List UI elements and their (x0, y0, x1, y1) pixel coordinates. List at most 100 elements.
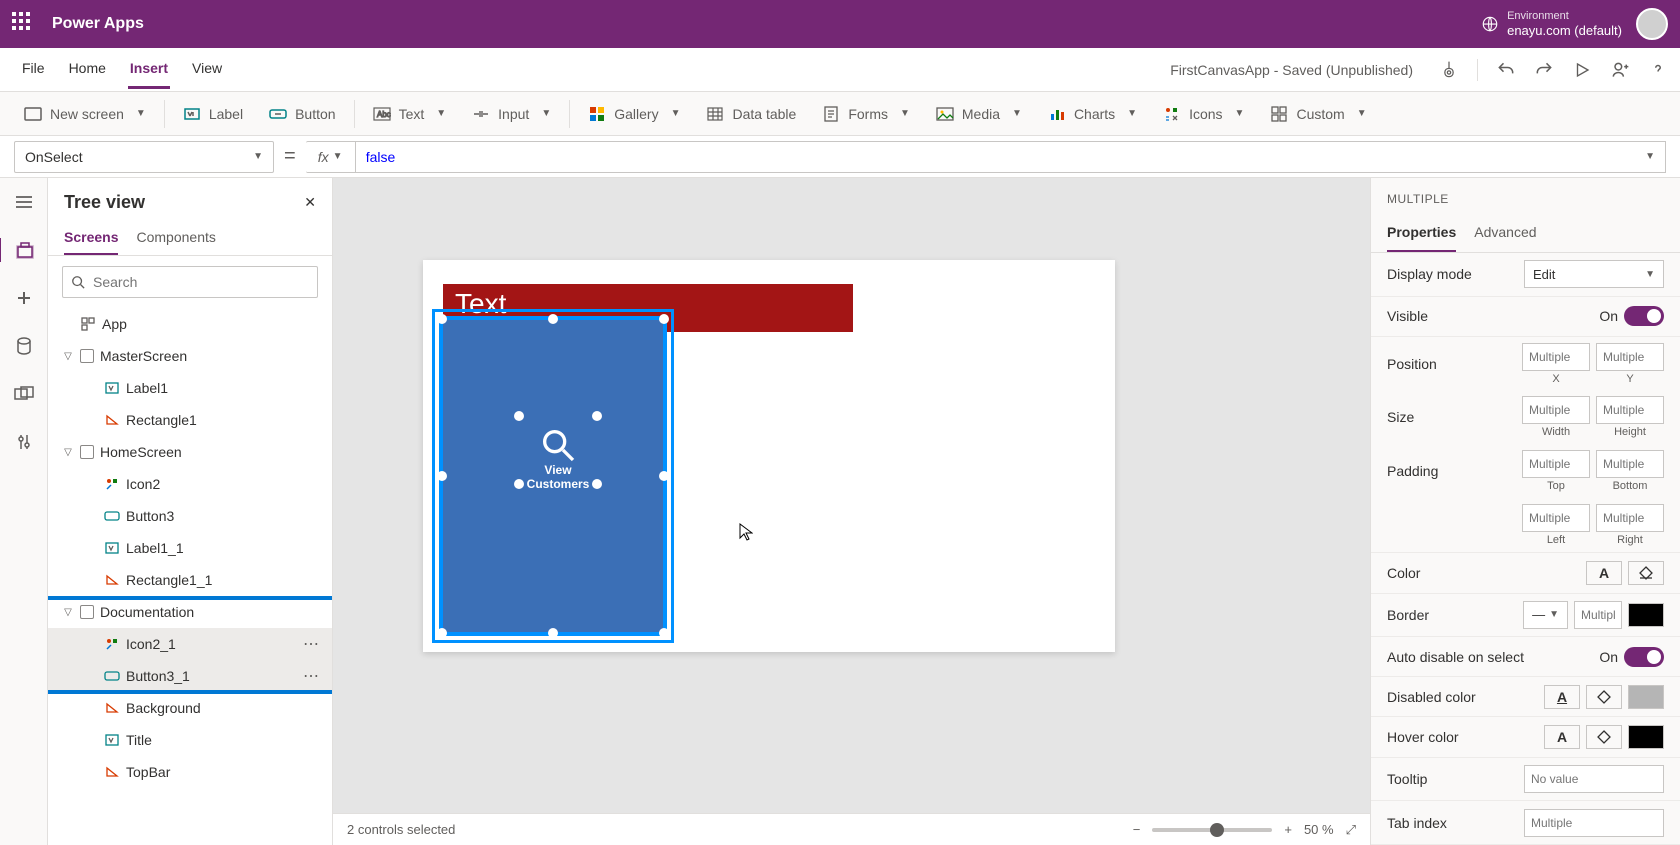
tabindex-input[interactable] (1524, 809, 1664, 837)
tree-item-homescreen[interactable]: ▽ HomeScreen (48, 436, 332, 468)
app-launcher-icon[interactable] (12, 12, 36, 36)
table-icon (706, 105, 724, 123)
gallery-dropdown[interactable]: Gallery ▼ (576, 99, 692, 129)
text-dropdown[interactable]: Abc Text ▼ (361, 99, 459, 129)
checkbox[interactable] (80, 605, 94, 619)
tree-item-topbar[interactable]: TopBar (48, 756, 332, 788)
menu-insert[interactable]: Insert (128, 50, 170, 89)
canvas-selected-icon[interactable]: View Customers (518, 415, 598, 485)
more-icon[interactable]: ⋯ (303, 666, 320, 686)
fill-color-button[interactable] (1628, 561, 1664, 585)
hover-font-color[interactable]: A (1544, 725, 1580, 749)
new-screen-button[interactable]: New screen ▼ (12, 99, 158, 129)
canvas-selected-button[interactable]: View Customers (439, 316, 667, 636)
advanced-tools-icon[interactable] (12, 430, 36, 454)
undo-icon[interactable] (1496, 60, 1516, 80)
avatar[interactable] (1636, 8, 1668, 40)
chevron-down-icon[interactable]: ▽ (62, 447, 74, 458)
property-name: OnSelect (25, 149, 83, 165)
fit-icon[interactable]: ⤢ (1346, 822, 1356, 838)
hover-border-color[interactable] (1628, 725, 1664, 749)
tree-item-app[interactable]: ▼ App (48, 308, 332, 340)
media-pane-icon[interactable] (12, 382, 36, 406)
tree-item-button3-1[interactable]: Button3_1 ⋯ (48, 660, 332, 692)
tree-item-masterscreen[interactable]: ▽ MasterScreen (48, 340, 332, 372)
disabled-fill-color[interactable] (1586, 685, 1622, 709)
data-icon[interactable] (12, 334, 36, 358)
size-height-input[interactable] (1596, 396, 1664, 424)
canvas-screen[interactable]: Text View Customers (423, 260, 1115, 652)
play-icon[interactable] (1572, 60, 1592, 80)
forms-dropdown[interactable]: Forms ▼ (810, 99, 922, 129)
border-width-input[interactable] (1574, 601, 1622, 629)
tree-item-title[interactable]: Title (48, 724, 332, 756)
position-y-input[interactable] (1596, 343, 1664, 371)
text-icon: Abc (373, 105, 391, 123)
search-field[interactable] (93, 274, 309, 290)
custom-dropdown[interactable]: Custom ▼ (1258, 99, 1378, 129)
padding-left-input[interactable] (1522, 504, 1590, 532)
tab-components[interactable]: Components (136, 221, 215, 255)
hover-fill-color[interactable] (1586, 725, 1622, 749)
fx-label[interactable]: fx ▼ (306, 141, 356, 173)
search-input[interactable] (62, 266, 318, 298)
help-icon[interactable] (1648, 60, 1668, 80)
menu-file[interactable]: File (20, 50, 47, 89)
zoom-out-icon[interactable]: − (1133, 822, 1141, 837)
padding-bottom-input[interactable] (1596, 450, 1664, 478)
tab-advanced[interactable]: Advanced (1474, 214, 1536, 252)
more-icon[interactable]: ⋯ (303, 634, 320, 654)
zoom-slider[interactable] (1152, 828, 1272, 832)
icons-dropdown[interactable]: Icons ▼ (1151, 99, 1256, 129)
menu-home[interactable]: Home (67, 50, 108, 89)
tree-item-label1-1[interactable]: Label1_1 (48, 532, 332, 564)
checkbox[interactable] (80, 445, 94, 459)
insert-pane-icon[interactable] (12, 286, 36, 310)
tree-item-icon2[interactable]: Icon2 (48, 468, 332, 500)
tree-item-label1[interactable]: Label1 (48, 372, 332, 404)
close-icon[interactable]: ✕ (304, 194, 316, 211)
tree-item-icon2-1[interactable]: Icon2_1 ⋯ (48, 628, 332, 660)
tree-item-documentation[interactable]: ▽ Documentation (48, 596, 332, 628)
input-dropdown[interactable]: Input ▼ (460, 99, 563, 129)
canvas-area[interactable]: Text View Customers (333, 178, 1370, 845)
redo-icon[interactable] (1534, 60, 1554, 80)
border-color-button[interactable] (1628, 603, 1664, 627)
visible-toggle[interactable] (1624, 306, 1664, 326)
display-mode-select[interactable]: Edit ▼ (1524, 260, 1664, 288)
disabled-border-color[interactable] (1628, 685, 1664, 709)
tooltip-input[interactable] (1524, 765, 1664, 793)
label-button[interactable]: Label (171, 99, 255, 129)
tree-item-rectangle1-1[interactable]: Rectangle1_1 (48, 564, 332, 596)
checkbox[interactable] (80, 349, 94, 363)
environment-selector[interactable]: Environment enayu.com (default) (1481, 10, 1622, 39)
property-selector[interactable]: OnSelect ▼ (14, 141, 274, 173)
auto-disable-toggle[interactable] (1624, 647, 1664, 667)
tree-view-icon[interactable] (0, 238, 46, 262)
charts-dropdown[interactable]: Charts ▼ (1036, 99, 1149, 129)
tree-item-background[interactable]: Background (48, 692, 332, 724)
font-color-button[interactable]: A (1586, 561, 1622, 585)
chevron-down-icon[interactable]: ▽ (62, 351, 74, 362)
tree-item-rectangle1[interactable]: Rectangle1 (48, 404, 332, 436)
chevron-down-icon[interactable]: ▽ (62, 607, 74, 618)
zoom-in-icon[interactable]: + (1284, 822, 1292, 837)
button-button[interactable]: Button (257, 99, 347, 129)
formula-input[interactable]: false ▼ (356, 141, 1666, 173)
padding-top-input[interactable] (1522, 450, 1590, 478)
share-icon[interactable] (1610, 60, 1630, 80)
padding-right-input[interactable] (1596, 504, 1664, 532)
tree-label: Background (126, 700, 201, 716)
size-width-input[interactable] (1522, 396, 1590, 424)
app-checker-icon[interactable] (1439, 60, 1459, 80)
tab-properties[interactable]: Properties (1387, 214, 1456, 252)
media-dropdown[interactable]: Media ▼ (924, 99, 1034, 129)
disabled-font-color[interactable]: A (1544, 685, 1580, 709)
border-style-select[interactable]: —▼ (1523, 601, 1568, 629)
menu-view[interactable]: View (190, 50, 224, 89)
tab-screens[interactable]: Screens (64, 221, 118, 255)
tree-item-button3[interactable]: Button3 (48, 500, 332, 532)
position-x-input[interactable] (1522, 343, 1590, 371)
hamburger-icon[interactable] (12, 190, 36, 214)
datatable-button[interactable]: Data table (694, 99, 808, 129)
